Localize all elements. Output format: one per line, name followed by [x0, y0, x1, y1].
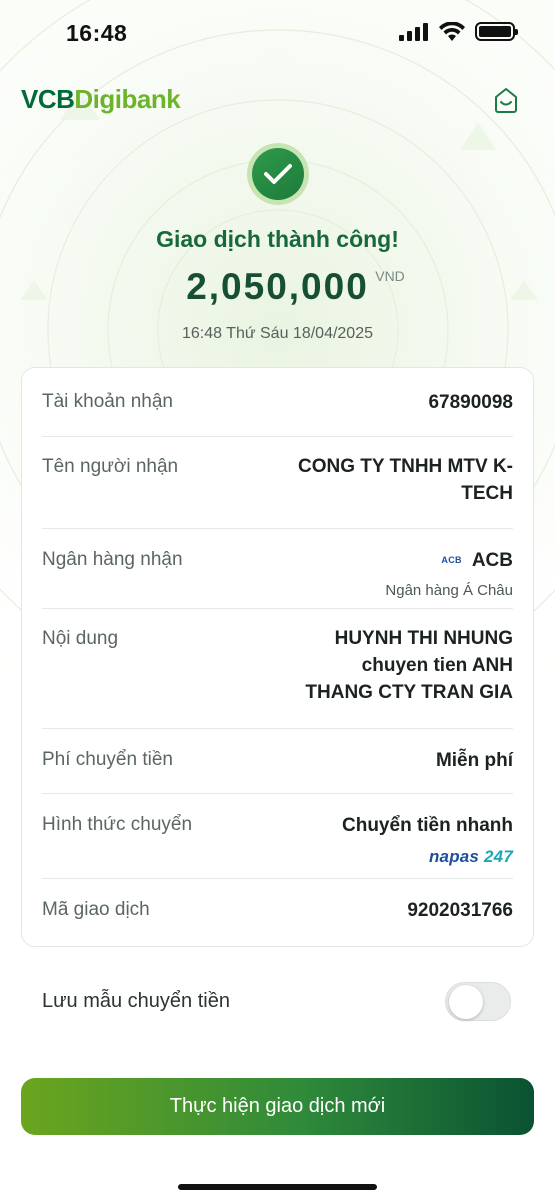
toggle-knob [449, 985, 483, 1019]
success-title: Giao dịch thành công! [156, 226, 399, 252]
cellular-signal-icon [399, 22, 428, 41]
detail-value: Chuyển tiền nhanh [342, 815, 513, 836]
home-icon[interactable] [492, 86, 520, 114]
detail-value: CONG TY TNHH MTV K- TECH [298, 456, 513, 504]
vcb-digibank-logo: VCBDigibank [21, 84, 181, 114]
detail-value: 67890098 [428, 392, 513, 413]
detail-label: Nội dung [42, 628, 119, 649]
detail-label: Hình thức chuyển [42, 814, 193, 835]
acb-logo-icon: ACB [441, 555, 462, 566]
detail-label: Tài khoản nhận [42, 391, 173, 412]
checkmark-icon [264, 164, 292, 184]
bank-full-name: Ngân hàng Á Châu [385, 582, 513, 599]
save-template-toggle[interactable] [445, 982, 511, 1021]
transaction-details-card: Tài khoản nhận 67890098 Tên người nhận C… [21, 367, 534, 947]
detail-label: Ngân hàng nhận [42, 549, 183, 570]
detail-row-recipient: Tên người nhận CONG TY TNHH MTV K- TECH [42, 437, 513, 529]
amount-value: 2,050,000 [186, 266, 369, 307]
home-indicator[interactable] [178, 1184, 377, 1190]
detail-row-fee: Phí chuyển tiền Miễn phí [42, 729, 513, 794]
detail-row-transaction-id: Mã giao dịch 9202031766 [42, 879, 513, 948]
success-badge [247, 143, 309, 205]
napas-logo: napas 247 [428, 847, 513, 866]
save-template-label: Lưu mẫu chuyển tiền [42, 990, 230, 1012]
wifi-icon [439, 22, 465, 41]
detail-label: Mã giao dịch [42, 899, 150, 920]
currency-label: VND [375, 268, 405, 284]
detail-value: HUYNH THI NHUNG chuyen tien ANH THANG CT… [305, 628, 513, 703]
battery-icon [475, 22, 518, 41]
detail-value: ACB ACB [441, 547, 513, 574]
detail-value: 9202031766 [407, 900, 513, 921]
amount-display: 2,050,000 VND [0, 266, 555, 308]
transaction-datetime: 16:48 Thứ Sáu 18/04/2025 [181, 325, 373, 342]
new-transaction-button[interactable]: Thực hiện giao dịch mới [21, 1078, 534, 1135]
detail-value: Miễn phí [435, 750, 513, 771]
status-time: 16:48 [66, 20, 128, 46]
detail-row-account: Tài khoản nhận 67890098 [42, 368, 513, 437]
status-icons [399, 22, 518, 41]
detail-row-method: Hình thức chuyển Chuyển tiền nhanh napas… [42, 794, 513, 879]
detail-row-bank: Ngân hàng nhận ACB ACB Ngân hàng Á Châu [42, 529, 513, 609]
detail-label: Tên người nhận [42, 456, 179, 477]
detail-label: Phí chuyển tiền [42, 749, 173, 770]
detail-row-content: Nội dung HUYNH THI NHUNG chuyen tien ANH… [42, 609, 513, 729]
